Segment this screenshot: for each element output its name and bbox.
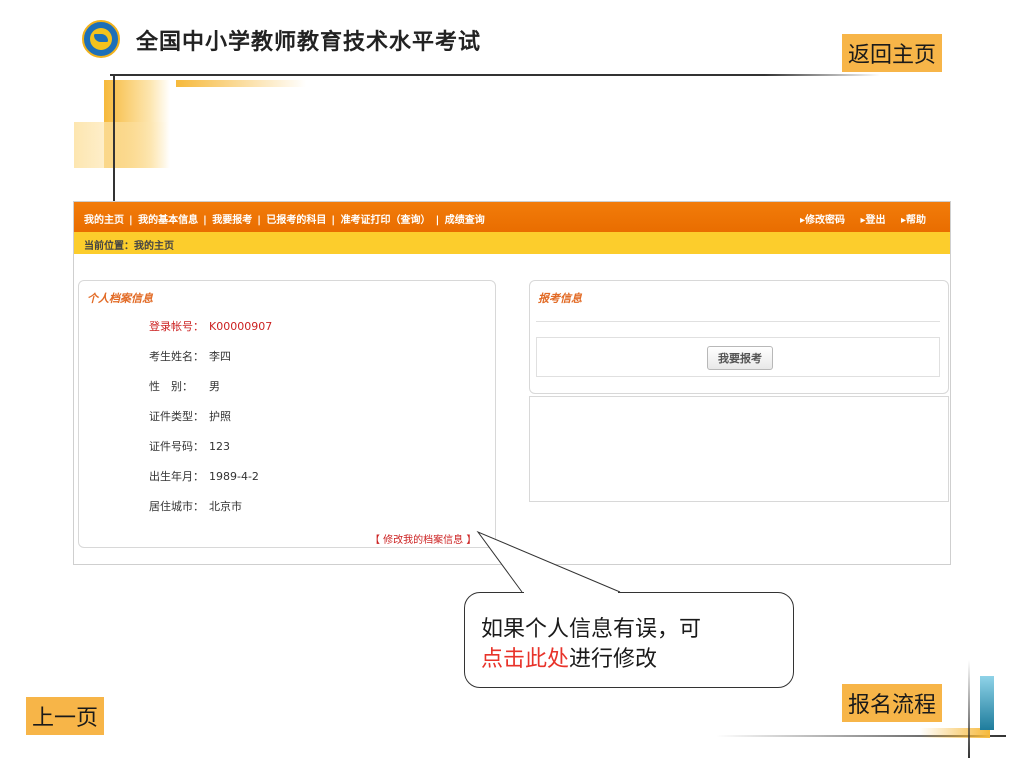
field-row: 考生姓名： 李四: [149, 348, 231, 364]
field-value: 李四: [209, 350, 231, 363]
site-title: 全国中小学教师教育技术水平考试: [136, 30, 482, 55]
edit-profile-link[interactable]: 【 修改我的档案信息 】: [370, 531, 476, 546]
nav-separator: |: [435, 215, 440, 226]
previous-page-button[interactable]: 上一页: [26, 697, 105, 735]
main-nav: 我的主页 | 我的基本信息 | 我要报考 | 已报考的科目 | 准考证打印（查询） | 成…: [74, 202, 950, 232]
decoration-bar: [74, 122, 168, 168]
field-row: 出生年月： 1989-4-2: [149, 468, 259, 484]
exam-action-area: 我要报考: [536, 337, 940, 377]
nav-separator: |: [257, 215, 261, 226]
field-label: 证件类型：: [149, 410, 204, 423]
logo-icon: [82, 20, 120, 58]
exam-portal-window: 我的主页 | 我的基本信息 | 我要报考 | 已报考的科目 | 准考证打印（查询） | 成…: [73, 201, 951, 565]
registration-flow-button[interactable]: 报名流程: [842, 684, 943, 722]
callout-text: 如果个人信息有误，可 点击此处进行修改: [481, 615, 701, 675]
field-row: 性 别： 男: [149, 378, 220, 394]
field-label: 考生姓名：: [149, 350, 204, 363]
field-row: 居住城市： 北京市: [149, 498, 242, 514]
divider: [536, 321, 940, 322]
exam-info-panel: 报考信息 我要报考: [529, 280, 949, 394]
callout-line-2: 点击此处进行修改: [481, 645, 701, 675]
field-value: 1989-4-2: [209, 470, 259, 483]
callout-highlight: 点击此处: [481, 647, 570, 672]
decoration-bar: [176, 80, 306, 87]
empty-panel: [529, 396, 949, 502]
field-label: 出生年月：: [149, 470, 204, 483]
nav-item-register-exam[interactable]: 我要报考: [212, 215, 252, 226]
field-value: 北京市: [209, 500, 242, 513]
nav-item-score-query[interactable]: 成绩查询: [445, 215, 485, 226]
callout-line-1: 如果个人信息有误，可: [481, 617, 702, 642]
nav-separator: |: [129, 215, 133, 226]
divider: [110, 74, 880, 76]
callout-line-2-rest: 进行修改: [569, 647, 658, 672]
nav-item-home[interactable]: 我的主页: [84, 215, 124, 226]
field-label: 性 别：: [149, 380, 193, 393]
callout-box: 如果个人信息有误，可 点击此处进行修改: [464, 592, 794, 688]
return-home-button[interactable]: 返回主页: [842, 34, 943, 72]
nav-separator: |: [203, 215, 207, 226]
divider: [113, 74, 115, 202]
register-exam-button[interactable]: 我要报考: [707, 346, 773, 370]
nav-item-admission-ticket[interactable]: 准考证打印（查询）: [341, 215, 431, 226]
divider: [968, 660, 970, 758]
nav-item-registered-subjects[interactable]: 已报考的科目: [266, 215, 326, 226]
field-row: 证件号码： 123: [149, 438, 230, 454]
field-label: 居住城市：: [149, 500, 204, 513]
field-label: 证件号码：: [149, 440, 204, 453]
field-row: 登录帐号： K00000907: [149, 318, 272, 334]
nav-separator: |: [331, 215, 336, 226]
field-label: 登录帐号：: [149, 320, 204, 333]
change-password-link[interactable]: ▸修改密码: [800, 215, 845, 226]
field-value: 男: [209, 380, 220, 393]
exam-panel-title: 报考信息: [538, 292, 582, 305]
help-link[interactable]: ▸帮助: [901, 215, 926, 226]
nav-item-basic-info[interactable]: 我的基本信息: [138, 215, 198, 226]
field-value: 123: [209, 440, 230, 453]
profile-panel-title: 个人档案信息: [87, 292, 153, 305]
decoration-bar: [980, 676, 994, 730]
field-value: 护照: [209, 410, 231, 423]
field-value: K00000907: [209, 320, 273, 333]
breadcrumb: 当前位置：我的主页: [74, 232, 950, 254]
profile-panel: 个人档案信息 登录帐号： K00000907 考生姓名： 李四 性 别： 男 证件类型…: [78, 280, 496, 548]
field-row: 证件类型： 护照: [149, 408, 231, 424]
logout-link[interactable]: ▸登出: [860, 215, 885, 226]
breadcrumb-text: 当前位置：我的主页: [84, 241, 174, 252]
